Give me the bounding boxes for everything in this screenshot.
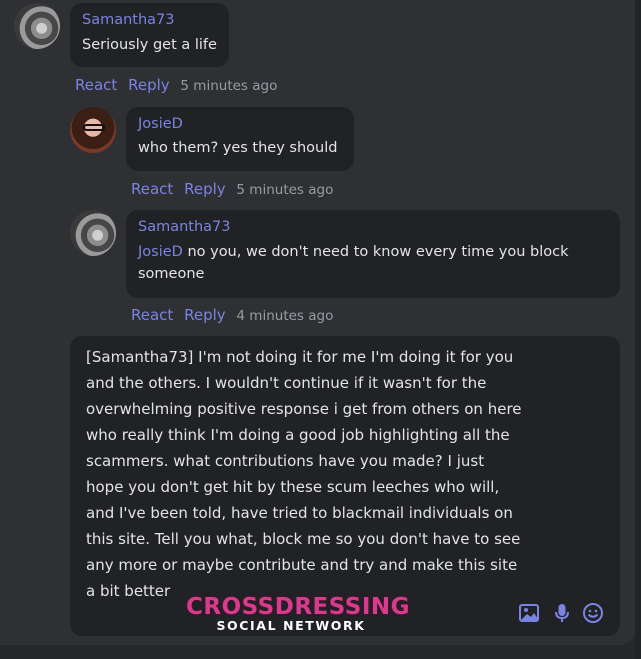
image-icon[interactable] <box>518 602 540 624</box>
comment-body: no you, we don't need to know every time… <box>138 244 569 282</box>
comment-author[interactable]: Samantha73 <box>82 12 175 28</box>
comment-actions: React Reply 4 minutes ago <box>131 306 339 324</box>
comment-text: JosieD no you, we don't need to know eve… <box>138 241 588 285</box>
comment-actions: React Reply 5 minutes ago <box>131 180 339 198</box>
comment-text: who them? yes they should <box>138 140 338 156</box>
microphone-icon[interactable] <box>551 602 573 624</box>
react-link[interactable]: React <box>131 180 173 198</box>
glasses-shape <box>83 124 105 131</box>
avatar[interactable] <box>70 210 116 256</box>
emoji-icon[interactable] <box>582 602 604 624</box>
comments-panel: Samantha73 Seriously get a life React Re… <box>0 0 635 645</box>
react-link[interactable]: React <box>75 76 117 94</box>
react-link[interactable]: React <box>131 306 173 324</box>
reply-link[interactable]: Reply <box>128 76 170 94</box>
avatar[interactable] <box>70 107 116 153</box>
reply-link[interactable]: Reply <box>184 306 226 324</box>
comment-author[interactable]: JosieD <box>138 116 183 132</box>
comment-actions: React Reply 5 minutes ago <box>75 76 283 94</box>
comment-timestamp: 5 minutes ago <box>236 182 334 198</box>
comment-timestamp: 4 minutes ago <box>236 308 334 324</box>
avatar[interactable] <box>14 3 60 49</box>
composer-textarea[interactable]: [Samantha73] I'm not doing it for me I'm… <box>86 344 526 604</box>
reply-composer[interactable]: [Samantha73] I'm not doing it for me I'm… <box>70 336 620 636</box>
mention-link[interactable]: JosieD <box>138 244 183 260</box>
comment-author[interactable]: Samantha73 <box>138 219 231 235</box>
scrollbar[interactable] <box>635 0 641 659</box>
comment-text: Seriously get a life <box>82 37 217 53</box>
reply-link[interactable]: Reply <box>184 180 226 198</box>
comment-timestamp: 5 minutes ago <box>180 78 278 94</box>
